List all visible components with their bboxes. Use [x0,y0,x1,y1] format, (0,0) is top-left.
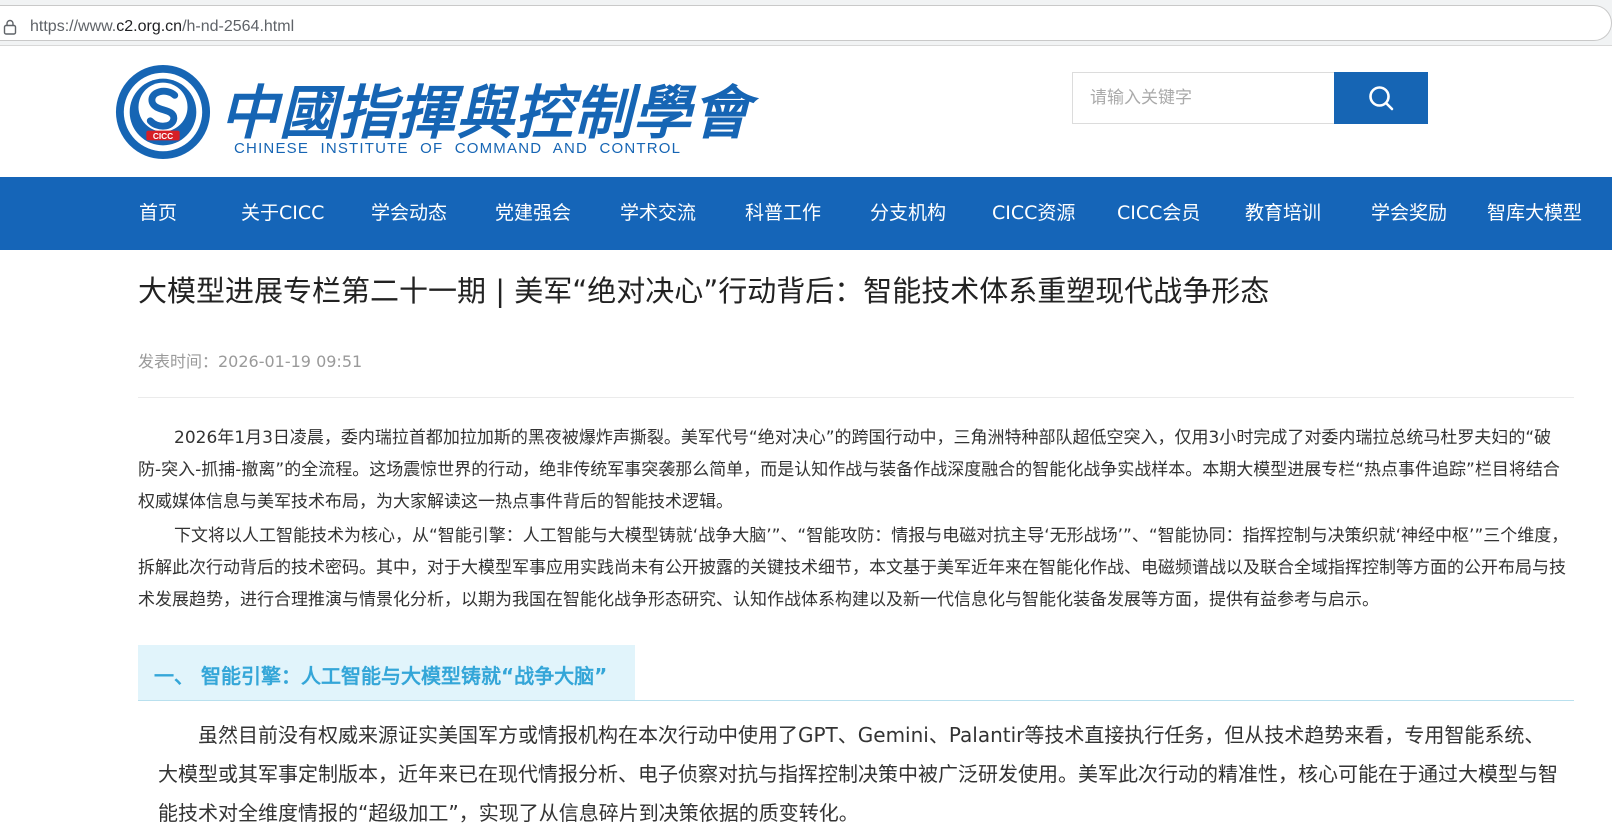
browser-address-bar: https://www.c2.org.cn/h-nd-2564.html [0,0,1612,46]
article-title: 大模型进展专栏第二十一期 | 美军“绝对决心”行动背后：智能技术体系重塑现代战争… [138,274,1270,308]
search-icon [1369,86,1394,111]
url-field[interactable]: https://www.c2.org.cn/h-nd-2564.html [0,5,1612,41]
nav-item-members[interactable]: CICC会员 [1117,177,1200,250]
nav-item-party[interactable]: 党建强会 [495,177,571,250]
nav-item-resources[interactable]: CICC资源 [992,177,1075,250]
search-button[interactable] [1334,72,1428,124]
search-input[interactable] [1072,72,1334,124]
lock-icon[interactable] [3,19,17,35]
url-path: /h-nd-2564.html [182,18,295,35]
article-paragraph: 2026年1月3日凌晨，委内瑞拉首都加拉加斯的黑夜被爆炸声撕裂。美军代号“绝对决… [138,428,1560,512]
nav-item-academic[interactable]: 学术交流 [620,177,696,250]
logo-chinese-name[interactable]: 中國指揮與控制學會 [220,66,751,150]
article-paragraph: 虽然目前没有权威来源证实美国军方或情报机构在本次行动中使用了GPT、Gemini… [158,723,1558,825]
url-text[interactable]: https://www.c2.org.cn/h-nd-2564.html [30,18,294,36]
divider [138,397,1574,398]
cicc-emblem-logo[interactable]: CICC [114,63,212,161]
nav-item-about[interactable]: 关于CICC [241,177,324,250]
publish-time: 发表时间：2026-01-19 09:51 [138,352,363,371]
nav-item-think-tank[interactable]: 智库大模型 [1487,177,1582,250]
nav-item-education[interactable]: 教育培训 [1245,177,1321,250]
nav-item-branches[interactable]: 分支机构 [870,177,946,250]
nav-item-awards[interactable]: 学会奖励 [1371,177,1447,250]
url-prefix: https://www. [30,18,117,35]
nav-item-science[interactable]: 科普工作 [745,177,821,250]
emblem-badge-text: CICC [153,131,173,141]
main-nav: 首页 关于CICC 学会动态 党建强会 学术交流 科普工作 分支机构 CICC资… [0,177,1612,250]
nav-item-news[interactable]: 学会动态 [371,177,447,250]
section-heading-bar: 一、 智能引擎：人工智能与大模型铸就“战争大脑” [138,645,1574,701]
site-header: CICC 中國指揮與控制學會 CHINESE INSTITUTE OF COMM… [0,46,1612,176]
section-heading: 一、 智能引擎：人工智能与大模型铸就“战争大脑” [154,664,608,688]
nav-item-home[interactable]: 首页 [139,177,177,250]
logo-english-name: CHINESE INSTITUTE OF COMMAND AND CONTROL [234,140,682,157]
article-paragraph: 下文将以人工智能技术为核心，从“智能引擎：人工智能与大模型铸就‘战争大脑’”、“… [138,526,1569,610]
url-domain: c2.org.cn [116,18,183,35]
section-heading-box: 一、 智能引擎：人工智能与大模型铸就“战争大脑” [138,645,635,700]
